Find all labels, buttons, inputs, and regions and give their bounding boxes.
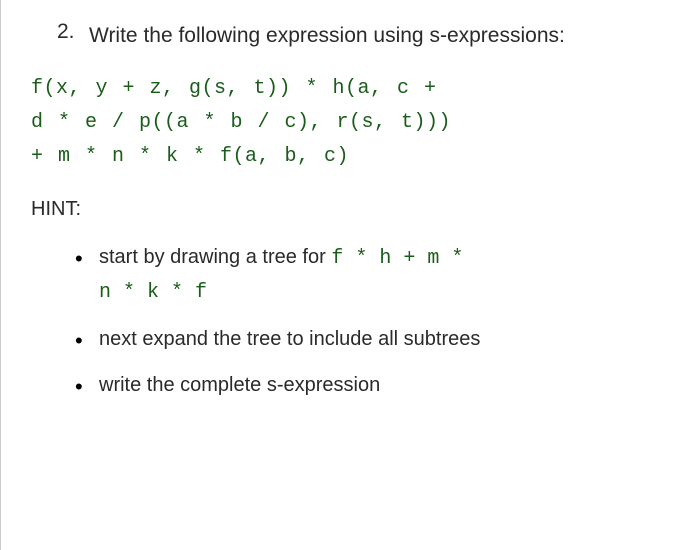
expression-code-block: f(x, y + z, g(s, t)) * h(a, c + d * e / … [31, 72, 660, 174]
question-number: 2. [57, 20, 89, 52]
hint-list: start by drawing a tree for f * h + m * … [57, 241, 660, 401]
question-prompt: Write the following expression using s-e… [89, 20, 565, 52]
hint-label: HINT: [31, 198, 660, 221]
code-line-3: + m * n * k * f(a, b, c) [31, 140, 660, 174]
question-item: 2. Write the following expression using … [57, 20, 660, 52]
hint-item-1-code2: n * k * f [99, 281, 207, 304]
code-line-1: f(x, y + z, g(s, t)) * h(a, c + [31, 72, 660, 106]
hint-item-2: next expand the tree to include all subt… [75, 323, 660, 355]
code-line-2: d * e / p((a * b / c), r(s, t))) [31, 106, 660, 140]
hint-item-3: write the complete s-expression [75, 369, 660, 401]
hint-item-1-prefix: start by drawing a tree for [99, 246, 331, 268]
hint-item-1: start by drawing a tree for f * h + m * … [75, 241, 660, 309]
hint-item-1-code1: f * h + m * [331, 247, 463, 270]
